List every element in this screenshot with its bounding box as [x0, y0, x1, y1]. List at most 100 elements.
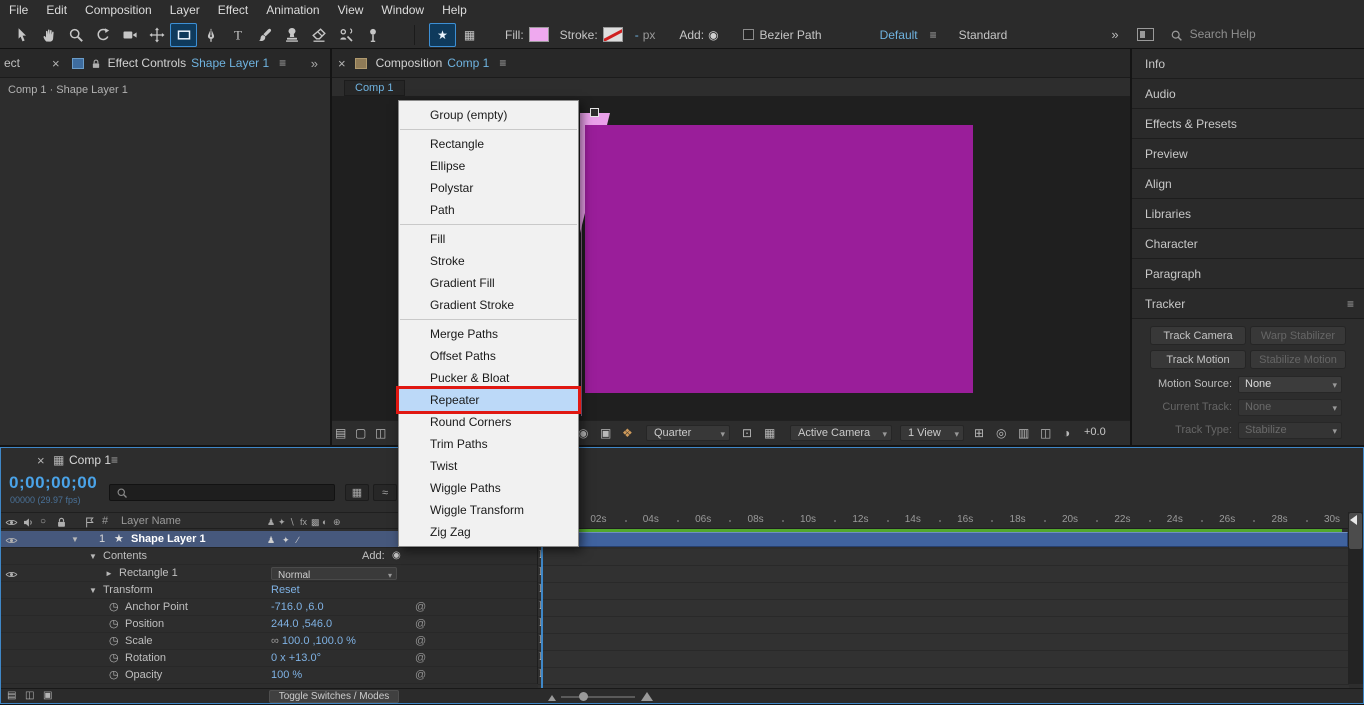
menu-edit[interactable]: Edit: [37, 0, 76, 21]
resolution-dropdown[interactable]: Quarter▾: [646, 425, 730, 441]
row-label-rectangle-1[interactable]: Rectangle 1: [119, 565, 178, 581]
brush-tool[interactable]: [251, 23, 278, 47]
stroke-label[interactable]: Stroke:: [560, 28, 598, 42]
timeline-nav-icon[interactable]: ▥: [1018, 425, 1029, 441]
3d-column-icon[interactable]: ⊕: [333, 514, 341, 530]
lock-column-icon[interactable]: [55, 514, 68, 530]
menu-item-polystar[interactable]: Polystar: [399, 177, 578, 199]
timeline-row-anchor-point[interactable]: ◷ Anchor Point -716.0 ,6.0 @: [1, 599, 538, 616]
layer-twirl-open-icon[interactable]: ▼: [71, 532, 79, 548]
row-label-rotation[interactable]: Rotation: [125, 650, 166, 666]
menu-item-wiggle-paths[interactable]: Wiggle Paths: [399, 477, 578, 499]
menu-item-gradient-stroke[interactable]: Gradient Stroke: [399, 294, 578, 316]
collapse-column-icon[interactable]: ✦: [278, 514, 286, 530]
menu-item-offset-paths[interactable]: Offset Paths: [399, 345, 578, 367]
layer-name[interactable]: Shape Layer 1: [131, 531, 206, 547]
pickwhip-icon[interactable]: @: [415, 633, 426, 649]
panel-tab-info[interactable]: Info: [1132, 49, 1364, 79]
zoom-tool[interactable]: [62, 23, 89, 47]
transparency-grid-icon[interactable]: ▦: [764, 425, 775, 441]
panel-menu-icon[interactable]: ≡: [499, 56, 506, 70]
menu-layer[interactable]: Layer: [161, 0, 209, 21]
menu-effect[interactable]: Effect: [209, 0, 257, 21]
bezier-path-checkbox[interactable]: [743, 29, 754, 40]
row-label-scale[interactable]: Scale: [125, 633, 153, 649]
snapshot-icon[interactable]: ◉: [578, 425, 588, 441]
fill-color-swatch[interactable]: [529, 27, 549, 42]
twirl-open-icon[interactable]: ▼: [89, 583, 97, 599]
panel-tab-paragraph[interactable]: Paragraph: [1132, 259, 1364, 289]
menu-item-fill[interactable]: Fill: [399, 228, 578, 250]
pickwhip-icon[interactable]: @: [415, 650, 426, 666]
panel-menu-icon[interactable]: ≡: [279, 56, 286, 70]
flowchart-icon[interactable]: ◫: [1040, 425, 1051, 441]
menu-item-pucker-bloat[interactable]: Pucker & Bloat: [399, 367, 578, 389]
menu-item-twist[interactable]: Twist: [399, 455, 578, 477]
mini-flowchart-icon[interactable]: ▤: [335, 425, 346, 441]
eraser-tool[interactable]: [305, 23, 332, 47]
pickwhip-icon[interactable]: @: [415, 616, 426, 632]
rotation-tool[interactable]: [89, 23, 116, 47]
menu-item-rectangle[interactable]: Rectangle: [399, 133, 578, 155]
zoom-out-icon[interactable]: [548, 695, 556, 701]
exposure-value[interactable]: +0.0: [1084, 426, 1106, 438]
time-ruler[interactable]: 02s04s06s08s10s12s14s16s18s20s22s24s26s2…: [538, 512, 1349, 529]
panel-tab-audio[interactable]: Audio: [1132, 79, 1364, 109]
puppet-pin-tool[interactable]: [359, 23, 386, 47]
show-channels-icon[interactable]: ❖: [622, 425, 633, 441]
audio-column-icon[interactable]: [22, 514, 35, 530]
solo-column-icon[interactable]: ○: [40, 514, 46, 530]
row-label-anchor-point[interactable]: Anchor Point: [125, 599, 188, 615]
layer-shy-icon[interactable]: ♟: [267, 532, 275, 548]
menu-item-ellipse[interactable]: Ellipse: [399, 155, 578, 177]
fill-label[interactable]: Fill:: [505, 28, 524, 42]
stabilize-motion-button[interactable]: Stabilize Motion: [1250, 350, 1346, 369]
row-label-position[interactable]: Position: [125, 616, 164, 632]
active-camera-dropdown[interactable]: Active Camera▾: [790, 425, 892, 441]
rectangle-tool[interactable]: [170, 23, 197, 47]
toggle-switches-modes-button[interactable]: Toggle Switches / Modes: [269, 690, 399, 703]
menu-composition[interactable]: Composition: [76, 0, 161, 21]
expand-layer-switches-icon[interactable]: ▤: [7, 690, 16, 701]
panel-menu-icon[interactable]: ≡: [1347, 297, 1354, 311]
region-of-interest-icon[interactable]: ⊡: [742, 425, 752, 441]
tool-creates-mask-button[interactable]: ▦: [456, 23, 483, 47]
timeline-row-opacity[interactable]: ◷Opacity100 %@: [1, 667, 538, 684]
menu-animation[interactable]: Animation: [257, 0, 328, 21]
frame-blend-column-icon[interactable]: ▩: [311, 514, 320, 530]
row-label-contents[interactable]: Contents: [103, 548, 147, 564]
panel-overflow-icon[interactable]: »: [311, 56, 318, 71]
current-track-dropdown[interactable]: None▾: [1238, 399, 1342, 416]
panel-tab-character[interactable]: Character: [1132, 229, 1364, 259]
menu-help[interactable]: Help: [433, 0, 476, 21]
value-rotation[interactable]: 0 x +13.0°: [271, 650, 321, 666]
stopwatch-icon[interactable]: ◷: [109, 599, 119, 615]
camera-tool[interactable]: [116, 23, 143, 47]
twirl-open-icon[interactable]: ▼: [89, 549, 97, 565]
timeline-search-input[interactable]: [109, 484, 335, 501]
layer-name-column-label[interactable]: Layer Name: [121, 513, 181, 529]
composition-mini-flowchart-icon[interactable]: ▦: [345, 484, 369, 501]
value-anchor-point[interactable]: -716.0 ,6.0: [271, 599, 324, 615]
panel-tab-libraries[interactable]: Libraries: [1132, 199, 1364, 229]
track-camera-button[interactable]: Track Camera: [1150, 326, 1246, 345]
link-icon[interactable]: ∞: [271, 635, 282, 647]
twirl-closed-icon[interactable]: ►: [105, 566, 113, 582]
value-scale[interactable]: ∞ 100.0 ,100.0 %: [271, 633, 356, 649]
quality-column-icon[interactable]: ∖: [289, 514, 295, 530]
workspace-selector[interactable]: Default: [880, 28, 918, 42]
timeline-scrollbar[interactable]: [1348, 512, 1363, 684]
menu-item-trim-paths[interactable]: Trim Paths: [399, 433, 578, 455]
menu-item-stroke[interactable]: Stroke: [399, 250, 578, 272]
roto-brush-tool[interactable]: [332, 23, 359, 47]
timeline-row-position[interactable]: ◷Position244.0 ,546.0@: [1, 616, 538, 633]
timeline-row-rotation[interactable]: ◷ Rotation 0 x +13.0° @: [1, 650, 538, 667]
stopwatch-icon[interactable]: ◷: [109, 650, 119, 666]
panel-tab-align[interactable]: Align: [1132, 169, 1364, 199]
pickwhip-icon[interactable]: @: [415, 667, 426, 683]
layer-eye-icon[interactable]: [5, 532, 18, 548]
fast-previews-icon[interactable]: ◎: [996, 425, 1006, 441]
pickwhip-icon[interactable]: @: [415, 599, 426, 615]
type-tool[interactable]: T: [224, 23, 251, 47]
comparison-view-icon[interactable]: ◫: [375, 425, 386, 441]
